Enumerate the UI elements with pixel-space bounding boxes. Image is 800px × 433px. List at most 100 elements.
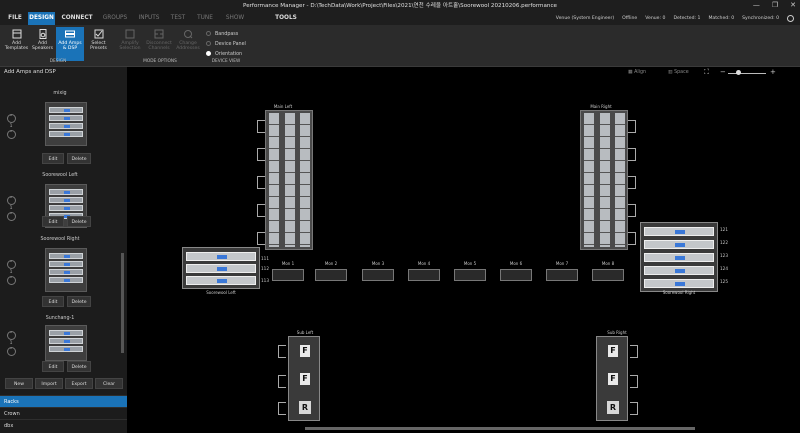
rack-count-stepper[interactable]: ˄ 1 ˅ <box>6 113 16 140</box>
bandpass-option[interactable]: Bandpass <box>206 31 238 37</box>
offline-status[interactable]: Offline <box>622 12 637 25</box>
tab-file[interactable]: FILE <box>4 12 26 25</box>
add-amps-panel: Add Amps and DSP mixig ˄ 1 ˅ Edit Delete S… <box>0 67 127 433</box>
delete-button[interactable]: Delete <box>67 296 91 307</box>
chevron-up-icon[interactable]: ˄ <box>6 114 16 123</box>
tab-tune[interactable]: TUNE <box>194 12 216 25</box>
close-button[interactable]: ✕ <box>790 1 796 9</box>
tab-tools[interactable]: TOOLS <box>272 12 300 25</box>
monitor-speaker[interactable] <box>546 269 578 281</box>
monitor-speaker[interactable] <box>408 269 440 281</box>
rack-count-stepper[interactable]: ˄ 1 ˅ <box>6 330 16 357</box>
monitor-speaker[interactable] <box>500 269 532 281</box>
zoom-slider[interactable] <box>728 73 766 74</box>
edit-button[interactable]: Edit <box>42 361 64 372</box>
new-button[interactable]: New <box>5 378 33 389</box>
space-button[interactable]: ▥ Space <box>668 70 689 75</box>
monitor-speaker[interactable] <box>592 269 624 281</box>
canvas-horizontal-scrollbar[interactable] <box>305 427 695 430</box>
channel-number: 113 <box>261 278 269 283</box>
main-left-label: Main Left <box>273 104 293 109</box>
minimize-button[interactable]: — <box>753 1 760 9</box>
category-racks[interactable]: Racks <box>0 395 127 407</box>
design-group-label: DESIGN <box>49 59 67 64</box>
zoom-slider-thumb[interactable] <box>736 70 741 75</box>
main-right-label: Main Right <box>590 104 612 109</box>
delete-button[interactable]: Delete <box>67 361 91 372</box>
add-speakers-button[interactable]: Add Speakers <box>30 27 55 61</box>
chevron-up-icon[interactable]: ˄ <box>6 260 16 269</box>
channel-number: 122 <box>720 240 728 245</box>
chevron-down-icon[interactable]: ˅ <box>6 130 16 139</box>
chevron-down-icon[interactable]: ˅ <box>6 212 16 221</box>
connection-bracket <box>628 148 636 161</box>
tab-design[interactable]: DESIGN <box>28 12 55 25</box>
venue-count: Venue: 0 <box>645 16 666 21</box>
category-crown[interactable]: Crown <box>0 407 127 419</box>
venue-role[interactable]: Venue (System Engineer) <box>556 12 614 25</box>
add-templates-button[interactable]: Add Templates <box>4 27 29 61</box>
change-address-icon <box>184 30 193 39</box>
monitor-speaker[interactable] <box>454 269 486 281</box>
main-left-array[interactable] <box>265 110 313 250</box>
sub-left-stack[interactable]: FFR <box>288 336 320 421</box>
add-amps-dsp-button[interactable]: Add Amps & DSP <box>56 27 84 61</box>
radio-selected-icon <box>206 51 211 56</box>
sub-right-stack[interactable]: FFR <box>596 336 628 421</box>
monitor-speaker[interactable] <box>272 269 304 281</box>
orientation-option[interactable]: Orientation <box>206 51 242 57</box>
tab-connect[interactable]: CONNECT <box>59 12 95 25</box>
rack-thumbnail[interactable] <box>45 102 87 146</box>
tab-groups[interactable]: GROUPS <box>100 12 130 25</box>
change-addresses-label: Change Addresses <box>176 41 200 51</box>
zoom-out-button[interactable]: − <box>720 68 726 76</box>
rack-count: 1 <box>9 270 13 275</box>
fit-view-icon[interactable]: ⛶ <box>704 68 709 77</box>
restore-button[interactable]: ❐ <box>772 1 778 9</box>
monitor-label: Mon 7 <box>555 261 569 266</box>
monitor-speaker[interactable] <box>315 269 347 281</box>
panel-scrollbar[interactable] <box>121 253 124 353</box>
chevron-up-icon[interactable]: ˄ <box>6 331 16 340</box>
clear-button[interactable]: Clear <box>95 378 123 389</box>
disconnect-channels-button[interactable]: Disconnect Channels <box>145 27 173 61</box>
sync-icon[interactable] <box>787 15 794 22</box>
templates-icon <box>12 29 21 39</box>
rack-name: Sunchang-1 <box>45 316 75 321</box>
import-button[interactable]: Import <box>35 378 63 389</box>
rack-thumbnail[interactable] <box>45 325 87 361</box>
zoom-in-button[interactable]: + <box>770 68 776 76</box>
design-canvas[interactable]: Main Left Main Right Soorewool Left 111 … <box>128 80 800 426</box>
select-presets-button[interactable]: Select Presets <box>86 27 111 61</box>
monitor-speaker[interactable] <box>362 269 394 281</box>
chevron-up-icon[interactable]: ˄ <box>6 196 16 205</box>
export-button[interactable]: Export <box>65 378 93 389</box>
amp-rack-right[interactable] <box>640 222 718 292</box>
connection-bracket <box>630 375 638 388</box>
change-addresses-button[interactable]: Change Addresses <box>174 27 202 61</box>
delete-button[interactable]: Delete <box>67 153 91 164</box>
edit-button[interactable]: Edit <box>42 216 64 227</box>
connection-bracket <box>628 204 636 217</box>
tab-test[interactable]: TEST <box>168 12 188 25</box>
tab-inputs[interactable]: INPUTS <box>135 12 163 25</box>
rack-count-stepper[interactable]: ˄ 1 ˅ <box>6 195 16 222</box>
rack-count: 1 <box>9 206 13 211</box>
edit-button[interactable]: Edit <box>42 153 64 164</box>
delete-button[interactable]: Delete <box>67 216 91 227</box>
amplify-selection-button[interactable]: Amplify Selection <box>116 27 144 61</box>
tab-show[interactable]: SHOW <box>222 12 248 25</box>
category-dbx[interactable]: dbx <box>0 419 127 431</box>
chevron-down-icon[interactable]: ˅ <box>6 276 16 285</box>
edit-button[interactable]: Edit <box>42 296 64 307</box>
rack-count: 1 <box>9 341 13 346</box>
amp-rack-left[interactable] <box>182 247 260 289</box>
menu-bar: FILE DESIGN CONNECT GROUPS INPUTS TEST T… <box>0 12 800 25</box>
rack-thumbnail[interactable] <box>45 248 87 292</box>
rack-name: Soorewool Left <box>42 173 78 178</box>
main-right-array[interactable] <box>580 110 628 250</box>
rack-count-stepper[interactable]: ˄ 1 ˅ <box>6 259 16 286</box>
align-button[interactable]: ▦ Align <box>628 70 646 75</box>
device-panel-option[interactable]: Device Panel <box>206 41 246 47</box>
chevron-down-icon[interactable]: ˅ <box>6 347 16 356</box>
